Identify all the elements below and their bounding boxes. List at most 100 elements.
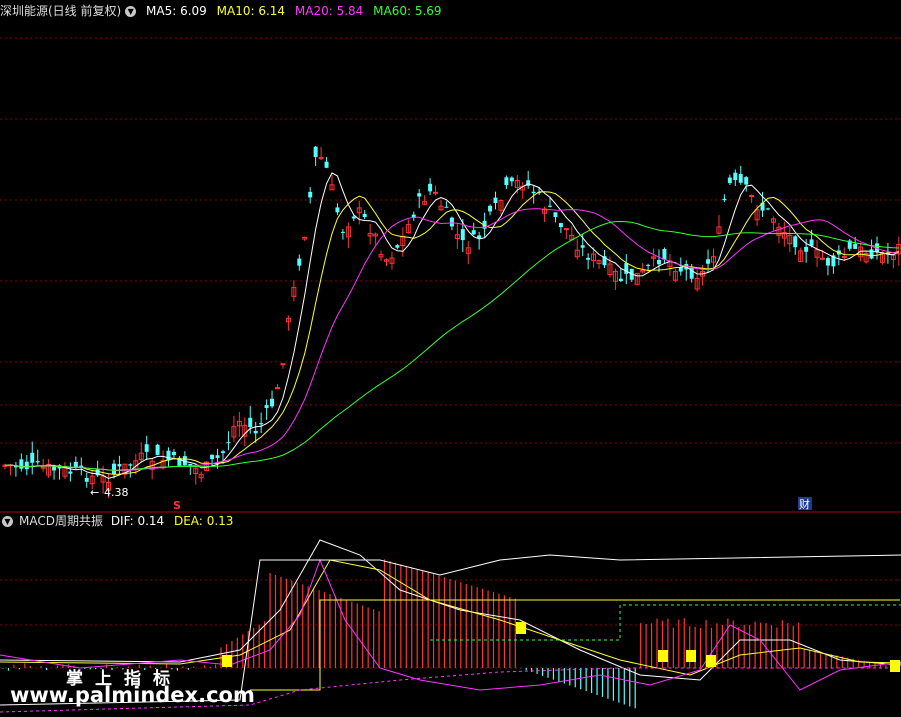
candle-body	[493, 197, 498, 203]
candle-body	[509, 177, 514, 182]
candle-body	[471, 230, 476, 235]
candle-body	[809, 239, 814, 246]
candlesticks	[2, 145, 901, 498]
candle-body	[804, 246, 809, 252]
candle-body	[117, 464, 122, 467]
candle-body	[548, 205, 552, 207]
ma20-label: MA20: 5.84	[294, 4, 364, 18]
candle-body	[657, 259, 661, 265]
candle-body	[335, 207, 340, 213]
candle-body	[112, 463, 116, 475]
candle-body	[280, 363, 286, 366]
candle-body	[340, 231, 345, 233]
candle-body	[820, 257, 825, 260]
candle-body	[531, 191, 536, 194]
candle-body	[444, 206, 449, 208]
ma5-label: MA5: 6.09	[146, 4, 207, 18]
event-marker-s[interactable]: S	[173, 499, 181, 512]
candle-body	[362, 213, 367, 218]
candle-body	[210, 454, 215, 460]
main-legend: 深圳能源(日线 前复权) ▼ MA5: 6.09 MA10: 6.14 MA20:…	[0, 2, 448, 20]
step-line-green	[430, 604, 901, 641]
watermark-url: www.palmindex.com	[10, 683, 255, 707]
candle-body	[869, 249, 874, 259]
candle-body	[586, 257, 591, 260]
candle-body	[215, 455, 220, 458]
ma60-line	[4, 220, 899, 471]
event-marker-cai[interactable]: 财	[799, 497, 810, 511]
candle-body	[24, 461, 29, 470]
candle-body	[749, 194, 755, 197]
candle-body	[722, 198, 727, 201]
candle-body	[324, 161, 329, 168]
candle-body	[351, 216, 356, 219]
candle-body	[248, 417, 253, 428]
low-price-arrow: ←	[90, 486, 99, 499]
signal-block	[516, 622, 526, 634]
candle-body	[275, 387, 280, 390]
candle-body	[706, 259, 711, 264]
candle-body	[744, 177, 749, 185]
candle-body	[171, 451, 176, 456]
candle-body	[68, 471, 73, 474]
chevron-down-icon[interactable]: ▼	[2, 516, 13, 527]
candle-body	[662, 249, 667, 260]
stock-chart[interactable]: 4.38 ← S 财	[0, 0, 901, 717]
candle-body	[52, 466, 57, 471]
candle-body	[297, 258, 302, 266]
candle-body	[553, 212, 558, 218]
candle-body	[841, 256, 847, 259]
candle-body	[449, 217, 454, 227]
candle-body	[264, 405, 269, 408]
ma10-line	[4, 191, 899, 475]
macd-legend: ▼ MACD周期共振 DIF: 0.14 DEA: 0.13	[0, 512, 239, 530]
candle-body	[853, 243, 858, 249]
candle-body	[727, 177, 732, 184]
chevron-down-icon[interactable]: ▼	[125, 6, 137, 17]
candle-body	[253, 430, 258, 434]
candle-body	[460, 229, 465, 241]
candle-body	[738, 174, 743, 183]
candle-body	[128, 464, 133, 466]
candle-body	[733, 172, 738, 181]
ma20-line	[4, 208, 899, 472]
candle-body	[259, 423, 264, 425]
candle-body	[35, 461, 40, 463]
dif-label: DIF: 0.14	[110, 514, 165, 528]
signal-block	[890, 660, 900, 672]
candle-body	[155, 444, 160, 455]
candle-body	[19, 459, 24, 469]
candle-body	[766, 208, 770, 210]
low-price-marker: 4.38	[104, 486, 129, 499]
candle-body	[618, 278, 623, 282]
candle-body	[433, 191, 439, 194]
ma10-label: MA10: 6.14	[216, 4, 286, 18]
candle-body	[646, 264, 651, 266]
candle-body	[428, 183, 433, 192]
candle-body	[270, 398, 275, 407]
dea-label: DEA: 0.13	[173, 514, 234, 528]
candle-body	[84, 477, 89, 482]
signal-block	[222, 655, 232, 667]
candle-body	[488, 205, 493, 212]
candle-body	[793, 236, 798, 248]
ma60-label: MA60: 5.69	[373, 4, 442, 18]
stock-title[interactable]: 深圳能源(日线 前复权)	[0, 4, 121, 18]
macd-title[interactable]: MACD周期共振	[19, 514, 103, 528]
candle-body	[226, 442, 231, 444]
candle-body	[166, 450, 171, 461]
candle-body	[558, 223, 563, 228]
signal-block	[686, 650, 696, 662]
signal-block	[658, 650, 668, 662]
candle-body	[580, 245, 585, 248]
candle-body	[313, 146, 318, 158]
chart-markers: 4.38 ← S 财	[90, 486, 812, 512]
candle-body	[30, 452, 35, 463]
candle-body	[395, 245, 400, 248]
grid-lines	[0, 37, 901, 669]
signal-block	[706, 655, 716, 667]
candle-body	[477, 235, 482, 239]
candle-body	[221, 451, 225, 454]
candle-body	[504, 177, 509, 186]
candle-body	[825, 258, 830, 266]
